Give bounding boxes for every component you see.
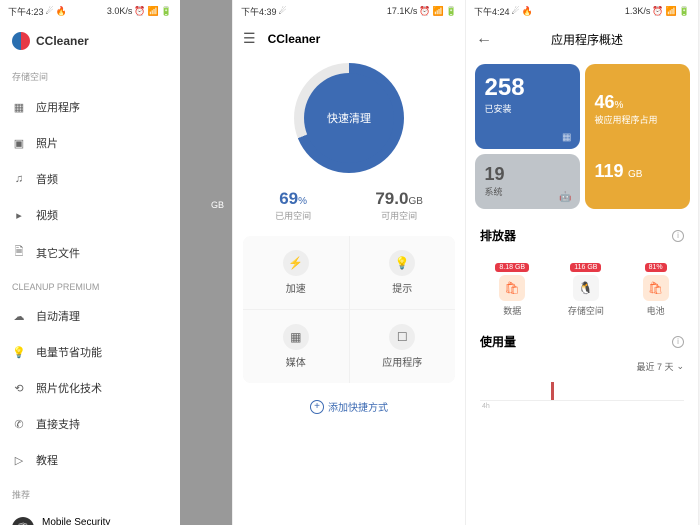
drawer-item-photoopt[interactable]: ⟲照片优化技术: [0, 370, 180, 406]
free-label: 可用空间: [375, 209, 423, 222]
app-header: ☰ CCleaner: [233, 22, 465, 55]
section-storage-label: 存储空间: [0, 60, 180, 89]
drawer-item-apps[interactable]: ▦应用程序: [0, 89, 180, 125]
recommend-item[interactable]: 🛡 Mobile Security 未安装: [0, 507, 180, 525]
quick-clean-gauge[interactable]: 快速清理: [294, 63, 404, 173]
usage-tick: 4h: [482, 403, 490, 410]
support-icon: ✆: [12, 418, 26, 431]
drainer-battery[interactable]: 81% 🛍 电池: [643, 256, 669, 317]
used-label: 已用空间: [275, 209, 311, 222]
app-icon: 🐧: [573, 275, 599, 301]
app-icon: 🛍: [499, 275, 525, 301]
tip-icon: 💡: [389, 250, 415, 276]
badge: 116 GB: [570, 263, 601, 272]
android-icon: 🤖: [559, 192, 571, 203]
drawer-item-tutorial[interactable]: ▷教程: [0, 442, 180, 478]
grid-icon: ▦: [562, 132, 571, 143]
navigation-drawer: 下午4:23☄🔥 3.0K/s⏰📶🔋 CCleaner 存储空间 ▦应用程序 ▣…: [0, 0, 180, 525]
drainer-storage[interactable]: 116 GB 🐧 存储空间: [568, 256, 604, 317]
gauge-label: 快速清理: [327, 110, 371, 126]
page-title: 应用程序概述: [502, 31, 672, 48]
cloud-icon: ☁: [12, 310, 26, 323]
drawer-item-autoclean[interactable]: ☁自动清理: [0, 298, 180, 334]
ccleaner-logo-icon: [12, 32, 30, 50]
usage-range-select[interactable]: 最近 7 天⌄: [466, 356, 698, 377]
bulb-icon: 💡: [12, 346, 26, 359]
photo-icon: ▣: [12, 137, 26, 150]
status-bar: 下午4:24☄🔥 1.3K/s⏰📶🔋: [466, 0, 698, 22]
apps-icon: ☐: [389, 324, 415, 350]
optimize-icon: ⟲: [12, 382, 26, 395]
section-recommend-label: 推荐: [0, 478, 180, 507]
info-icon[interactable]: i: [672, 336, 684, 348]
tile-installed[interactable]: 258 已安装 ▦: [475, 64, 580, 149]
drainers-title: 排放器: [480, 227, 516, 244]
badge: 81%: [645, 263, 667, 272]
usage-chart: 4h: [480, 381, 684, 401]
tile-system[interactable]: 19 系统 🤖: [475, 154, 580, 209]
info-icon[interactable]: i: [672, 230, 684, 242]
video-icon: ▸: [12, 209, 26, 222]
shortcut-boost[interactable]: ⚡加速: [243, 236, 349, 309]
peek-label: GB: [211, 200, 224, 210]
drawer-item-photos[interactable]: ▣照片: [0, 125, 180, 161]
tile-storage-pct[interactable]: 46% 被应用程序占用 119 GB: [585, 64, 690, 209]
drawer-item-audio[interactable]: ♫音频: [0, 161, 180, 197]
drainer-data[interactable]: 8.18 GB 🛍 数据: [495, 256, 529, 317]
drawer-item-video[interactable]: ▸视频: [0, 197, 180, 233]
shortcut-apps[interactable]: ☐应用程序: [350, 310, 456, 383]
speed-icon: ⚡: [283, 250, 309, 276]
music-icon: ♫: [12, 173, 26, 185]
drawer-item-other[interactable]: 🗎其它文件: [0, 233, 180, 272]
app-title: CCleaner: [268, 32, 321, 46]
brand-name: CCleaner: [36, 34, 89, 48]
app-icon: 🛍: [643, 275, 669, 301]
drawer-scrim[interactable]: GB: [179, 0, 232, 525]
recommend-title: Mobile Security: [42, 517, 110, 525]
back-icon[interactable]: ←: [476, 30, 492, 48]
section-premium-label: CLEANUP PREMIUM: [0, 272, 180, 298]
badge: 8.18 GB: [495, 263, 529, 272]
storage-stats: 69% 已用空间 79.0GB 可用空间: [233, 181, 465, 230]
shortcut-tips[interactable]: 💡提示: [350, 236, 456, 309]
drawer-item-battery[interactable]: 💡电量节省功能: [0, 334, 180, 370]
status-bar: 下午4:39☄ 17.1K/s⏰📶🔋: [233, 0, 465, 22]
screen-dashboard: 下午4:39☄ 17.1K/s⏰📶🔋 ☰ CCleaner 快速清理 69% 已…: [233, 0, 466, 525]
screen-overview: 下午4:24☄🔥 1.3K/s⏰📶🔋 ← 应用程序概述 258 已安装 ▦ 46…: [466, 0, 699, 525]
drawer-item-support[interactable]: ✆直接支持: [0, 406, 180, 442]
overview-header: ← 应用程序概述: [466, 22, 698, 56]
screen-drawer: GB 下午4:23☄🔥 3.0K/s⏰📶🔋 CCleaner 存储空间 ▦应用程…: [0, 0, 233, 525]
play-icon: ▷: [12, 454, 26, 467]
shortcut-grid: ⚡加速 💡提示 ▦媒体 ☐应用程序: [243, 236, 455, 383]
status-bar: 下午4:23☄🔥 3.0K/s⏰📶🔋: [0, 0, 180, 22]
usage-bar: [551, 382, 554, 400]
shortcut-media[interactable]: ▦媒体: [243, 310, 349, 383]
chevron-down-icon: ⌄: [676, 361, 684, 372]
summary-tiles: 258 已安装 ▦ 46% 被应用程序占用 119 GB 19 系统 🤖: [466, 56, 698, 217]
menu-icon[interactable]: ☰: [243, 30, 256, 47]
media-icon: ▦: [283, 324, 309, 350]
shield-icon: 🛡: [12, 517, 34, 525]
grid-icon: ▦: [12, 101, 26, 114]
usage-title: 使用量: [480, 333, 516, 350]
drainers-row: 8.18 GB 🛍 数据 116 GB 🐧 存储空间 81% 🛍 电池: [466, 250, 698, 323]
file-icon: 🗎: [12, 243, 26, 262]
plus-icon: +: [310, 400, 324, 414]
add-shortcut-button[interactable]: + 添加快捷方式: [233, 389, 465, 424]
brand-row: CCleaner: [0, 22, 180, 60]
